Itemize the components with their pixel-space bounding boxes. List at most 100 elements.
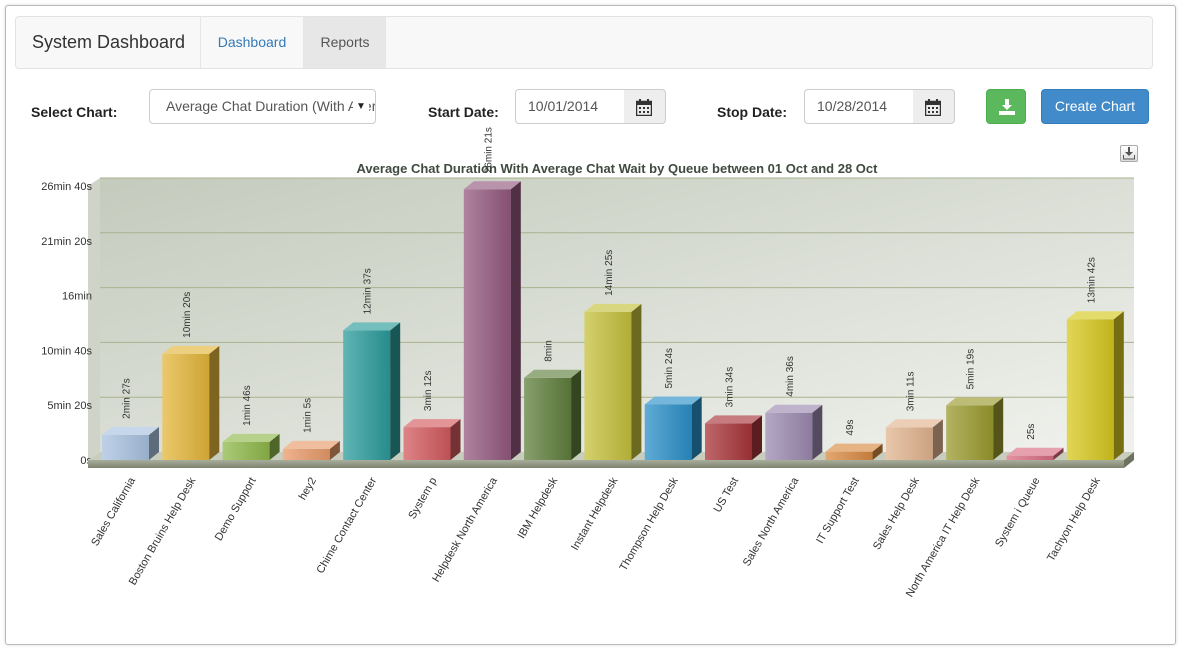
bar[interactable] [1006,447,1064,460]
chart-title: Average Chat Duration With Average Chat … [357,161,879,176]
bar[interactable] [885,419,943,460]
x-tick-label: Sales Help Desk [871,475,922,552]
bar[interactable] [946,397,1004,460]
bar-data-label: 10min 20s [182,292,193,338]
bar-data-label: 8min [544,340,555,362]
bar-top [222,433,280,442]
y-tick-label: 5min 20s [47,400,92,412]
bar-side [631,303,642,460]
bar-side [691,396,702,460]
bar-front[interactable] [765,412,813,460]
bar[interactable] [644,396,702,460]
bar[interactable] [222,433,280,460]
bar-front[interactable] [403,427,451,460]
bar-side [1113,311,1124,460]
bar-data-label: 5min 19s [966,349,977,390]
bar-data-label: 25s [1026,424,1037,440]
x-tick-label: Thompson Help Desk [618,475,682,573]
x-tick-label: Sales North America [741,475,802,569]
y-tick-label: 16min [62,291,92,303]
bar-data-label: 1min 5s [302,398,313,433]
bar-front[interactable] [885,427,933,460]
export-icon [1123,147,1135,160]
bar-top [584,303,642,312]
bar-front[interactable] [162,353,210,460]
bar[interactable] [1066,311,1124,460]
x-tick-label: Boston Bruins Help Desk [127,475,199,587]
bar-data-label: 5min 24s [664,348,675,389]
bar-top [885,419,943,428]
bar-front[interactable] [1066,319,1114,460]
x-tick-label: Chime Contact Center [314,475,379,576]
bar-top [1066,311,1124,320]
bar-data-label: 3min 11s [905,371,916,411]
plot-floor-edge [88,460,1124,468]
x-tick-label: Instant Helpdesk [569,475,621,552]
chart: Average Chat Duration With Average Chat … [41,127,1134,599]
bar-top [282,440,340,449]
bar[interactable] [282,440,340,460]
bar-data-label: 3min 12s [423,371,434,412]
bar-data-label: 13min 42s [1086,257,1097,303]
bar-side [571,369,582,460]
bar-side [993,397,1004,460]
x-tick-label: Demo Support [213,476,259,543]
bar[interactable] [463,181,521,460]
x-tick-label: IBM Helpdesk [516,475,561,541]
bar-front[interactable] [524,377,572,460]
bar-top [102,426,159,435]
chart-export-button[interactable] [1120,145,1138,162]
bar-side [510,181,521,460]
x-tick-label: Helpdesk North America [430,475,500,584]
bar-top [765,404,823,413]
bar-front[interactable] [946,405,994,460]
y-tick-label: 21min 20s [41,236,92,248]
bar-front[interactable] [343,330,391,460]
bar-side [209,345,220,460]
bar-front[interactable] [102,434,149,460]
x-tick-label: North America IT Help Desk [904,475,983,599]
bar-front[interactable] [222,441,270,460]
x-tick-label: System i Queue [993,476,1043,550]
bar-top [463,181,521,190]
bar[interactable] [705,415,762,460]
bar[interactable] [162,345,220,460]
bar-top [825,443,883,452]
bar-side [812,404,823,460]
bar-front[interactable] [705,423,752,460]
x-tick-label: US Test [712,476,742,515]
bar-data-label: 4min 36s [785,356,796,397]
bar-front[interactable] [463,189,511,460]
bar-top [644,396,702,405]
bar[interactable] [403,419,461,460]
bar-data-label: 14min 25s [604,250,615,296]
bar[interactable] [584,303,642,460]
plot-side-wall [88,178,100,460]
bar[interactable] [825,443,883,460]
bar[interactable] [102,426,159,460]
bar-top [524,369,582,378]
bar-top [705,415,762,424]
bar-front[interactable] [1006,455,1054,460]
bar-data-label: 26min 21s [483,127,494,173]
bar-front[interactable] [282,448,330,460]
bar-front[interactable] [644,404,692,460]
x-tick-label: IT Support Test [814,476,861,546]
bar[interactable] [524,369,582,460]
bar-front[interactable] [825,451,873,460]
bar-top [946,397,1004,406]
x-tick-label: Tachyon Help Desk [1045,475,1103,564]
bar[interactable] [765,404,823,460]
y-tick-label: 26min 40s [41,181,92,193]
x-tick-label: System p [406,476,439,522]
x-tick-label: Sales California [89,475,138,548]
bar-front[interactable] [584,311,632,460]
bar-data-label: 12min 37s [363,268,374,314]
bar-top [1006,447,1064,456]
bar-data-label: 1min 46s [242,385,253,426]
x-tick-label: hey2 [297,476,319,503]
bar[interactable] [343,322,401,460]
bar-top [403,419,461,428]
bar-top [343,322,401,331]
y-tick-label: 10min 40s [41,345,92,357]
